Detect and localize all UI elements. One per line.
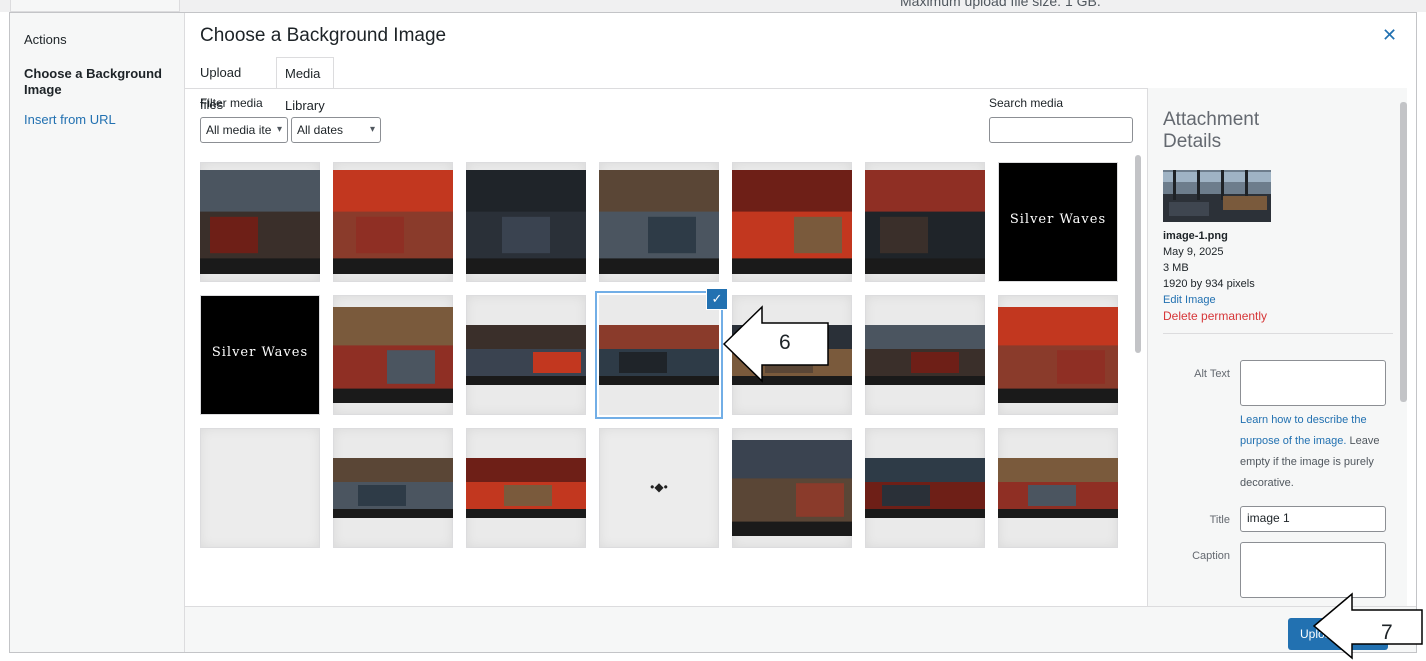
modal-title: Choose a Background Image <box>200 25 447 46</box>
step-7-arrow-icon <box>1312 592 1423 660</box>
attachment-thumbnail[interactable] <box>466 162 586 282</box>
attachment-thumbnail[interactable]: Silver Waves <box>998 162 1118 282</box>
attachment-image <box>466 428 586 548</box>
step-6-label: 6 <box>779 331 791 354</box>
date-select-value: All dates <box>297 123 344 137</box>
tab-media-library[interactable]: Media Library <box>276 57 334 113</box>
attachment-image <box>732 428 852 548</box>
date-select[interactable]: All dates ▾ <box>291 117 381 143</box>
attachment-image <box>466 295 586 415</box>
chevron-down-icon: ▾ <box>276 124 282 135</box>
attachment-thumbnail[interactable] <box>865 295 985 415</box>
attachment-dimensions: 1920 by 934 pixels <box>1163 278 1255 290</box>
tabs-divider <box>185 88 1147 89</box>
title-label: Title <box>1209 514 1230 526</box>
close-icon[interactable]: ✕ <box>1382 25 1397 46</box>
attachment-preview-image <box>1163 170 1271 222</box>
attachment-thumbnail[interactable] <box>466 295 586 415</box>
attachment-image <box>998 295 1118 415</box>
attachment-image <box>865 428 985 548</box>
attachment-thumbnail[interactable] <box>200 428 320 548</box>
alt-text-label: Alt Text <box>1194 368 1230 380</box>
attachment-thumbnail[interactable] <box>200 162 320 282</box>
attachment-image <box>599 162 719 282</box>
background-upload-limit-text: Maximum upload file size: 1 GB. <box>900 0 1101 9</box>
attachment-thumbnail[interactable] <box>599 162 719 282</box>
attachment-size: 3 MB <box>1163 262 1189 274</box>
attachments-grid: Silver Waves Silver Waves ✓ •◆• <box>199 161 1129 606</box>
attachment-thumbnail[interactable] <box>998 295 1118 415</box>
chevron-down-icon: ▾ <box>369 124 375 135</box>
media-type-select-value: All media ite <box>206 123 272 137</box>
attachment-image <box>599 295 719 415</box>
attachment-thumbnail[interactable]: •◆• <box>599 428 719 548</box>
alt-text-help-link[interactable]: Learn how to describe the purpose of the… <box>1240 414 1367 447</box>
menu-item-choose-background[interactable]: Choose a Background Image <box>24 66 174 98</box>
title-field[interactable]: image 1 <box>1240 506 1386 532</box>
attachment-image <box>466 162 586 282</box>
attachment-thumbnail[interactable] <box>865 162 985 282</box>
attachment-thumbnail[interactable] <box>466 428 586 548</box>
step-7-label: 7 <box>1381 621 1393 644</box>
attachment-image <box>732 162 852 282</box>
attachment-image <box>200 162 320 282</box>
silver-waves-logo: Silver Waves <box>1009 212 1107 227</box>
attachment-thumbnail[interactable]: Silver Waves <box>200 295 320 415</box>
media-toolbar <box>185 606 1416 652</box>
attachment-details-heading: Attachment Details <box>1163 109 1260 152</box>
search-media-input[interactable] <box>989 117 1133 143</box>
attachment-thumbnail[interactable] <box>333 295 453 415</box>
attachment-thumbnail[interactable] <box>333 162 453 282</box>
details-scrollbar[interactable] <box>1400 102 1407 402</box>
attachment-image <box>865 295 985 415</box>
step-6-arrow-icon <box>722 305 829 383</box>
attachment-thumbnail[interactable] <box>599 295 719 415</box>
alt-text-field[interactable] <box>1240 360 1386 406</box>
media-modal: Actions Choose a Background Image Insert… <box>9 12 1417 653</box>
attachment-thumbnail[interactable] <box>865 428 985 548</box>
tab-upload-files[interactable]: Upload files <box>192 57 249 112</box>
attachment-image <box>333 428 453 548</box>
silver-waves-logo: Silver Waves <box>211 345 309 360</box>
attachment-meta: image-1.png May 9, 2025 3 MB 1920 by 934… <box>1163 228 1267 324</box>
caption-label: Caption <box>1192 550 1230 562</box>
small-logo-mark: •◆• <box>650 480 668 494</box>
grid-scrollbar[interactable] <box>1135 155 1141 353</box>
media-modal-menu: Actions Choose a Background Image Insert… <box>10 13 185 652</box>
attachment-thumbnail[interactable] <box>732 162 852 282</box>
menu-heading: Actions <box>24 32 67 47</box>
alt-text-help: Learn how to describe the purpose of the… <box>1240 410 1390 494</box>
attachment-filename: image-1.png <box>1163 230 1228 242</box>
caption-field[interactable] <box>1240 542 1386 598</box>
background-panel-edge <box>10 0 180 12</box>
attachment-image <box>998 428 1118 548</box>
attachment-thumbnail[interactable] <box>732 428 852 548</box>
menu-item-insert-from-url[interactable]: Insert from URL <box>24 112 116 127</box>
search-media-label: Search media <box>989 96 1064 110</box>
attachment-thumbnail[interactable] <box>998 428 1118 548</box>
background-page-strip: Maximum upload file size: 1 GB. <box>0 0 1426 12</box>
attachment-image <box>865 162 985 282</box>
attachment-image <box>333 295 453 415</box>
edit-image-link[interactable]: Edit Image <box>1163 292 1267 308</box>
attachment-image <box>333 162 453 282</box>
details-divider <box>1163 333 1393 334</box>
filter-media-label: Filter media <box>200 96 263 110</box>
attachment-date: May 9, 2025 <box>1163 246 1224 258</box>
attachment-thumbnail[interactable] <box>333 428 453 548</box>
delete-permanently-link[interactable]: Delete permanently <box>1163 308 1267 324</box>
media-type-select[interactable]: All media ite ▾ <box>200 117 288 143</box>
attachment-details-panel: Attachment Details image-1.png May 9, 20… <box>1147 88 1407 606</box>
